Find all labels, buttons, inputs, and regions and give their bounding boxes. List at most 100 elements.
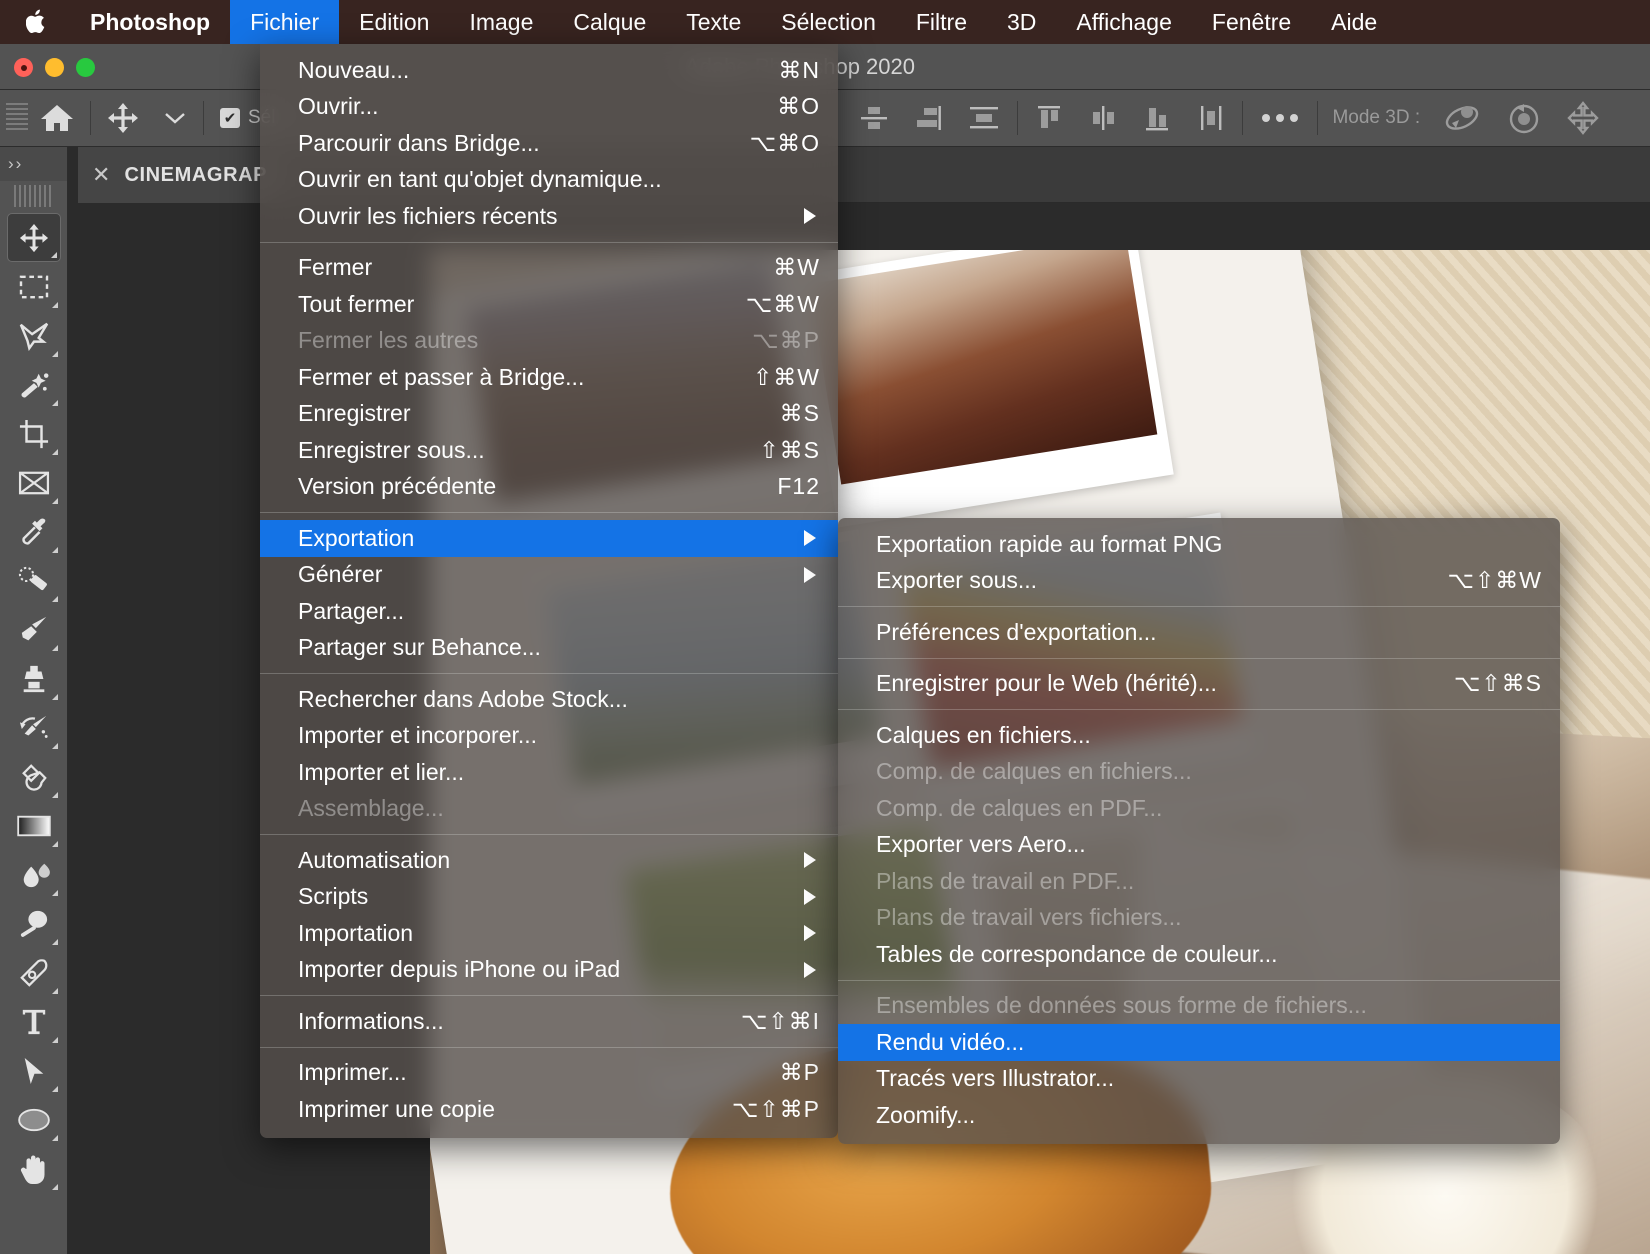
export-menu-item-traces-vers-illustrator[interactable]: Tracés vers Illustrator... <box>838 1061 1560 1098</box>
file-menu-item-exportation[interactable]: Exportation <box>260 520 838 557</box>
file-menu-item-importer-et-incorporer[interactable]: Importer et incorporer... <box>260 718 838 755</box>
export-menu-item-ensembles-de-donnees-sous-forme-de-fichiers: Ensembles de données sous forme de fichi… <box>838 988 1560 1025</box>
file-menu-item-nouveau[interactable]: Nouveau...⌘N <box>260 52 838 89</box>
menu-item-shortcut: ⇧⌘S <box>759 432 820 469</box>
file-menu-item-fermer-et-passer-a-bridge[interactable]: Fermer et passer à Bridge...⇧⌘W <box>260 359 838 396</box>
export-menu-item-exporter-vers-aero[interactable]: Exporter vers Aero... <box>838 827 1560 864</box>
menubar-item-selection[interactable]: Sélection <box>761 0 896 44</box>
rectangular-marquee-tool[interactable] <box>7 262 61 311</box>
file-menu-item-enregistrer-sous[interactable]: Enregistrer sous...⇧⌘S <box>260 432 838 469</box>
tool-options-corner <box>52 890 58 896</box>
clone-stamp-tool[interactable] <box>7 654 61 703</box>
magic-wand-tool[interactable] <box>7 360 61 409</box>
menubar-item-texte[interactable]: Texte <box>666 0 761 44</box>
move-tool-icon[interactable] <box>95 90 151 147</box>
align-top-icon[interactable] <box>1022 90 1076 147</box>
roll-3d-icon[interactable] <box>1494 90 1554 147</box>
file-menu-item-ouvrir[interactable]: Ouvrir...⌘O <box>260 89 838 126</box>
type-tool[interactable] <box>7 997 61 1046</box>
distribute-vertical-icon[interactable] <box>1184 90 1238 147</box>
pan-3d-icon[interactable] <box>1554 90 1612 147</box>
history-brush-tool[interactable] <box>7 703 61 752</box>
document-tab[interactable]: ✕ CINEMAGRAP <box>78 147 286 203</box>
apple-menu-icon[interactable] <box>0 0 70 44</box>
file-menu-item-ouvrir-en-tant-qu-objet-dynamique[interactable]: Ouvrir en tant qu'objet dynamique... <box>260 162 838 199</box>
export-menu-item-preferences-d-exportation[interactable]: Préférences d'exportation... <box>838 614 1560 651</box>
distribute-horizontal-icon[interactable] <box>955 90 1013 147</box>
more-options-icon[interactable] <box>1247 90 1313 147</box>
file-menu-item-enregistrer[interactable]: Enregistrer⌘S <box>260 396 838 433</box>
eraser-tool[interactable] <box>7 752 61 801</box>
menubar-item-photoshop[interactable]: Photoshop <box>70 0 230 44</box>
export-menu-item-exportation-rapide-au-format-png[interactable]: Exportation rapide au format PNG <box>838 526 1560 563</box>
path-selection-tool[interactable] <box>7 1046 61 1095</box>
menubar-item-filtre[interactable]: Filtre <box>896 0 987 44</box>
align-vertical-center-icon[interactable] <box>847 90 901 147</box>
chevron-down-icon[interactable] <box>151 90 199 147</box>
orbit-3d-icon[interactable] <box>1430 90 1494 147</box>
move-tool[interactable] <box>7 213 61 262</box>
options-bar-grip[interactable] <box>6 103 28 133</box>
file-menu-item-importer-depuis-iphone-ou-ipad[interactable]: Importer depuis iPhone ou iPad <box>260 952 838 989</box>
menubar-item-calque[interactable]: Calque <box>553 0 666 44</box>
file-menu-item-parcourir-dans-bridge[interactable]: Parcourir dans Bridge... ⌥⌘O <box>260 125 838 162</box>
menubar-item-fichier[interactable]: Fichier <box>230 0 339 44</box>
menu-item-label: Ouvrir les fichiers récents <box>298 203 557 230</box>
tool-options-corner <box>52 498 58 504</box>
menubar-item-3d[interactable]: 3D <box>987 0 1056 44</box>
export-menu-item-tables-de-correspondance-de-couleur[interactable]: Tables de correspondance de couleur... <box>838 936 1560 973</box>
menu-separator <box>260 1047 838 1048</box>
file-menu-item-partager-sur-behance[interactable]: Partager sur Behance... <box>260 630 838 667</box>
menubar-item-affichage[interactable]: Affichage <box>1056 0 1191 44</box>
export-menu-item-enregistrer-pour-le-web-herite[interactable]: Enregistrer pour le Web (hérité)...⌥⇧⌘S <box>838 666 1560 703</box>
file-menu-item-partager[interactable]: Partager... <box>260 593 838 630</box>
lasso-tool[interactable] <box>7 311 61 360</box>
file-menu-item-importation[interactable]: Importation <box>260 915 838 952</box>
dodge-tool[interactable] <box>7 899 61 948</box>
gradient-tool[interactable] <box>7 801 61 850</box>
menu-item-label: Calques en fichiers... <box>876 722 1091 749</box>
file-menu-item-fermer[interactable]: Fermer⌘W <box>260 250 838 287</box>
align-horizontal-center-icon[interactable] <box>1076 90 1130 147</box>
hand-tool[interactable] <box>7 1144 61 1193</box>
menubar-item-aide[interactable]: Aide <box>1311 0 1397 44</box>
file-menu-item-scripts[interactable]: Scripts <box>260 879 838 916</box>
tool-options-corner <box>52 1135 58 1141</box>
blur-tool[interactable] <box>7 850 61 899</box>
export-menu-item-exporter-sous[interactable]: Exporter sous...⌥⇧⌘W <box>838 563 1560 600</box>
ellipse-shape-tool[interactable] <box>7 1095 61 1144</box>
file-menu-item-version-precedente[interactable]: Version précédenteF12 <box>260 469 838 506</box>
file-menu-item-rechercher-dans-adobe-stock[interactable]: Rechercher dans Adobe Stock... <box>260 681 838 718</box>
menu-item-label: Importer et lier... <box>298 759 464 786</box>
export-menu-item-calques-en-fichiers[interactable]: Calques en fichiers... <box>838 717 1560 754</box>
menubar-item-image[interactable]: Image <box>449 0 553 44</box>
menu-item-shortcut: ⌥⌘O <box>750 125 820 162</box>
export-menu-item-rendu-video[interactable]: Rendu vidéo... <box>838 1024 1560 1061</box>
toolbar-grip[interactable] <box>14 185 54 207</box>
healing-brush-tool[interactable] <box>7 556 61 605</box>
brush-tool[interactable] <box>7 605 61 654</box>
tool-options-corner <box>51 252 57 258</box>
file-menu-item-informations[interactable]: Informations...⌥⇧⌘I <box>260 1003 838 1040</box>
expand-toolbar-button[interactable]: ›› <box>0 147 67 181</box>
menubar-item-edition[interactable]: Edition <box>339 0 449 44</box>
file-menu-item-importer-et-lier[interactable]: Importer et lier... <box>260 754 838 791</box>
export-menu-item-zoomify[interactable]: Zoomify... <box>838 1097 1560 1134</box>
menubar-item-fenetre[interactable]: Fenêtre <box>1192 0 1311 44</box>
file-menu-item-automatisation[interactable]: Automatisation <box>260 842 838 879</box>
mode-3d-label: Mode 3D : <box>1322 107 1430 129</box>
file-menu-item-ouvrir-les-fichiers-recents[interactable]: Ouvrir les fichiers récents <box>260 198 838 235</box>
home-icon[interactable] <box>28 90 86 147</box>
file-menu-item-imprimer-une-copie[interactable]: Imprimer une copie⌥⇧⌘P <box>260 1091 838 1128</box>
frame-tool[interactable] <box>7 458 61 507</box>
file-menu-item-imprimer[interactable]: Imprimer...⌘P <box>260 1055 838 1092</box>
close-icon[interactable]: ✕ <box>92 162 110 188</box>
align-right-icon[interactable] <box>901 90 955 147</box>
align-bottom-icon[interactable] <box>1130 90 1184 147</box>
crop-tool[interactable] <box>7 409 61 458</box>
file-menu-item-tout-fermer[interactable]: Tout fermer⌥⌘W <box>260 286 838 323</box>
pen-tool[interactable] <box>7 948 61 997</box>
menu-item-label: Parcourir dans Bridge... <box>298 130 540 157</box>
eyedropper-tool[interactable] <box>7 507 61 556</box>
file-menu-item-generer[interactable]: Générer <box>260 557 838 594</box>
